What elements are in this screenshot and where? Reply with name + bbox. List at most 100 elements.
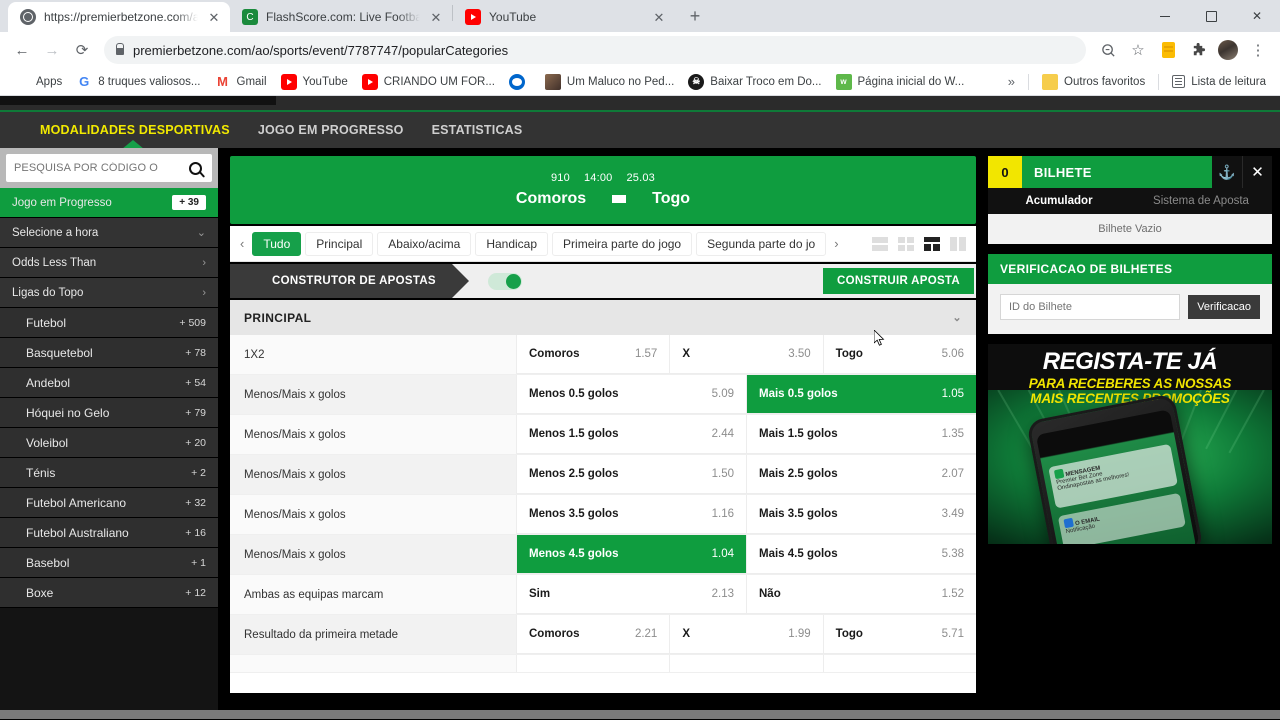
sidebar-item-andebol[interactable]: Andebol + 54 <box>0 368 218 398</box>
reload-icon[interactable]: ⟳ <box>68 36 96 64</box>
sidebar-item-tenis[interactable]: Ténis + 2 <box>0 458 218 488</box>
promo-banner[interactable]: REGISTA-TE JÁ PARA RECEBERES AS NOSSAS M… <box>988 344 1272 544</box>
odds-cell[interactable]: Togo 5.06 <box>822 335 976 374</box>
sidebar-item-futebol-americano[interactable]: Futebol Americano + 32 <box>0 488 218 518</box>
ticket-id-input[interactable] <box>1000 294 1181 320</box>
close-icon[interactable]: ✕ <box>1234 0 1280 32</box>
sidebar-item-odds-less-than[interactable]: Odds Less Than › <box>0 248 218 278</box>
forward-icon[interactable]: → <box>38 36 66 64</box>
nav-modalidades-desportivas[interactable]: MODALIDADES DESPORTIVAS <box>40 123 230 137</box>
odds-cell[interactable]: Mais 2.5 golos 2.07 <box>746 455 976 494</box>
construir-aposta-button[interactable]: CONSTRUIR APOSTA <box>823 268 974 294</box>
tab-close-button[interactable]: ✕ <box>206 9 222 25</box>
tabs-next-arrow[interactable]: › <box>830 236 842 251</box>
avatar[interactable] <box>1214 36 1242 64</box>
address-bar[interactable]: premierbetzone.com/ao/sports/event/77877… <box>104 36 1086 64</box>
tab-title: YouTube <box>489 10 537 24</box>
tab-abaixo-acima[interactable]: Abaixo/acima <box>377 231 472 256</box>
odds-row: Menos/Mais x golos Menos 2.5 golos 1.50 … <box>230 455 976 495</box>
browser-tab-2[interactable]: C FlashScore.com: Live Football Sco ✕ <box>230 2 452 32</box>
bookmark-opera[interactable] <box>503 71 537 93</box>
bookmarks-overflow-button[interactable]: » <box>1002 71 1021 92</box>
verificacao-button[interactable]: Verificacao <box>1188 295 1260 319</box>
odds-cell-selected[interactable]: Menos 4.5 golos 1.04 <box>516 535 746 574</box>
layout-columns-icon[interactable] <box>950 236 966 251</box>
bookmark-truques[interactable]: G 8 truques valiosos... <box>70 71 206 93</box>
bookmark-criando[interactable]: CRIANDO UM FOR... <box>356 71 501 93</box>
sidebar-item-selecione-a-hora[interactable]: Selecione a hora ⌄ <box>0 218 218 248</box>
bookmark-pagina-inicial[interactable]: w Página inicial do W... <box>830 71 971 93</box>
tab-acumulador[interactable]: Acumulador <box>988 188 1130 214</box>
maximize-icon[interactable] <box>1188 0 1234 32</box>
sidebar-item-basebol[interactable]: Basebol + 1 <box>0 548 218 578</box>
bookmark-baixar-troco[interactable]: ☠ Baixar Troco em Do... <box>682 71 827 93</box>
sidebar-item-hoquei-no-gelo[interactable]: Hóquei no Gelo + 79 <box>0 398 218 428</box>
tab-close-button[interactable]: ✕ <box>651 9 667 25</box>
ticket-verification-card: VERIFICACAO DE BILHETES Verificacao <box>988 254 1272 334</box>
browser-menu-icon[interactable]: ⋮ <box>1244 36 1272 64</box>
horizontal-scrollbar[interactable] <box>0 710 1280 719</box>
tab-sistema-de-aposta[interactable]: Sistema de Aposta <box>1130 188 1272 214</box>
odds-cell[interactable]: Menos 3.5 golos 1.16 <box>516 495 746 534</box>
tabs-prev-arrow[interactable]: ‹ <box>236 236 248 251</box>
puzzle-icon[interactable] <box>1184 36 1212 64</box>
sidebar-item-futebol-australiano[interactable]: Futebol Australiano + 16 <box>0 518 218 548</box>
close-icon[interactable]: ✕ <box>1242 156 1272 188</box>
new-tab-button[interactable]: + <box>681 2 709 30</box>
odds-cell[interactable]: Menos 1.5 golos 2.44 <box>516 415 746 454</box>
odds-cell[interactable]: Mais 3.5 golos 3.49 <box>746 495 976 534</box>
odds-section-header[interactable]: PRINCIPAL ⌄ <box>230 300 976 335</box>
odds-cell[interactable]: Não 1.52 <box>746 575 976 614</box>
sidebar-item-ligas-do-topo[interactable]: Ligas do Topo › <box>0 278 218 308</box>
tab-principal[interactable]: Principal <box>305 231 374 256</box>
odds-cell[interactable]: Sim 2.13 <box>516 575 746 614</box>
odds-cell[interactable]: Mais 1.5 golos 1.35 <box>746 415 976 454</box>
anchor-icon[interactable]: ⚓ <box>1212 156 1242 188</box>
odds-cell[interactable]: Togo 5.71 <box>822 615 976 654</box>
other-bookmarks-button[interactable]: Outros favoritos <box>1036 71 1151 93</box>
odds-cell[interactable]: X 1.99 <box>669 615 823 654</box>
bookmark-apps[interactable]: Apps <box>8 71 68 93</box>
odds-cell[interactable]: Comoros 2.21 <box>516 615 670 654</box>
minimize-icon[interactable] <box>1142 0 1188 32</box>
sidebar-item-boxe[interactable]: Boxe + 12 <box>0 578 218 608</box>
sidebar-item-jogo-em-progresso[interactable]: Jogo em Progresso + 39 <box>0 188 218 218</box>
layout-split-icon[interactable] <box>924 236 940 251</box>
bookmark-label: Apps <box>36 75 63 88</box>
bookmark-youtube[interactable]: YouTube <box>275 71 354 93</box>
layout-grid-icon[interactable] <box>898 236 914 251</box>
tab-primeira-parte-do-jogo[interactable]: Primeira parte do jogo <box>552 231 693 256</box>
search-icon[interactable] <box>189 161 202 175</box>
gmail-icon: M <box>217 74 228 89</box>
sidebar-item-futebol[interactable]: Futebol + 509 <box>0 308 218 338</box>
odds-cell[interactable]: Menos 2.5 golos 1.50 <box>516 455 746 494</box>
layout-rows-icon[interactable] <box>872 236 888 251</box>
bet-builder-toggle[interactable] <box>487 272 522 290</box>
tab-handicap[interactable]: Handicap <box>475 231 549 256</box>
sidebar-item-basquetebol[interactable]: Basquetebol + 78 <box>0 338 218 368</box>
reading-list-button[interactable]: Lista de leitura <box>1166 72 1272 91</box>
extension-yellow-icon[interactable] <box>1154 36 1182 64</box>
odds-cell[interactable]: Mais 4.5 golos 5.38 <box>746 535 976 574</box>
bookmark-maluco[interactable]: Um Maluco no Ped... <box>539 71 680 93</box>
chevron-down-icon[interactable]: ⌄ <box>952 311 962 324</box>
nav-jogo-em-progresso[interactable]: JOGO EM PROGRESSO <box>258 123 404 137</box>
sidebar-item-voleibol[interactable]: Voleibol + 20 <box>0 428 218 458</box>
odds-cell-selected[interactable]: Mais 0.5 golos 1.05 <box>746 375 976 414</box>
tab-close-button[interactable]: ✕ <box>428 9 444 25</box>
search-box[interactable] <box>6 154 212 182</box>
back-icon[interactable]: ← <box>8 36 36 64</box>
odds-cell[interactable]: Comoros 1.57 <box>516 335 670 374</box>
browser-tab-3[interactable]: YouTube ✕ <box>453 2 675 32</box>
bookmark-gmail[interactable]: M Gmail <box>209 71 273 93</box>
zoom-out-icon[interactable] <box>1094 36 1122 64</box>
odds-row-label: Menos/Mais x golos <box>230 375 516 414</box>
browser-tab-1[interactable]: https://premierbetzone.com/ao/s ✕ <box>8 2 230 32</box>
search-input[interactable] <box>14 162 189 174</box>
nav-estatisticas[interactable]: ESTATISTICAS <box>432 123 523 137</box>
tab-segunda-parte-do-jogo[interactable]: Segunda parte do jo <box>696 231 827 256</box>
odds-cell[interactable]: Menos 0.5 golos 5.09 <box>516 375 746 414</box>
tab-tudo[interactable]: Tudo <box>252 231 302 256</box>
odds-cell[interactable]: X 3.50 <box>669 335 823 374</box>
bookmark-star-icon[interactable]: ☆ <box>1124 36 1152 64</box>
